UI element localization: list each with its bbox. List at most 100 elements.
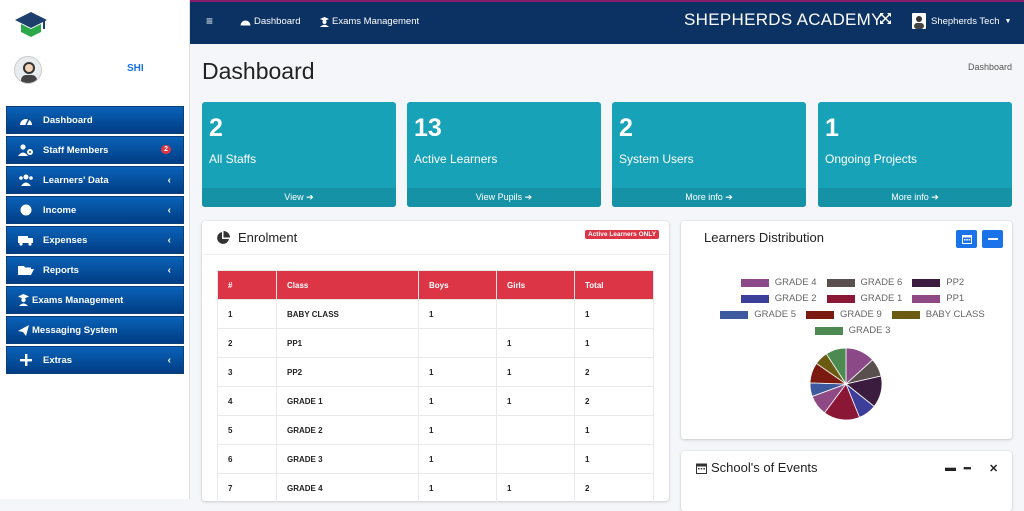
legend-swatch [826, 278, 855, 287]
table-cell: 1 [418, 357, 497, 387]
plus-icon [17, 354, 35, 366]
minus-icon[interactable]: ━ [964, 462, 971, 475]
sidebar: SHI Dashboard Staff Members 2 Learners' … [0, 0, 190, 499]
stat-more-info-link[interactable]: More info ➔ [612, 188, 806, 207]
legend-label: GRADE 1 [860, 293, 903, 304]
legend-item[interactable]: BABY CLASS [891, 309, 985, 320]
table-cell [496, 299, 575, 329]
column-header: Class [276, 270, 419, 300]
table-cell: 7 [217, 473, 277, 503]
nav-link-exams-management[interactable]: Exams Management [320, 16, 419, 27]
stat-label: All Staffs [209, 152, 257, 166]
card-title-text: School's of Events [711, 460, 818, 475]
breadcrumb[interactable]: Dashboard [968, 62, 1012, 72]
legend-swatch [806, 310, 835, 319]
table-cell: GRADE 2 [276, 415, 419, 445]
stat-more-info-link[interactable]: More info ➔ [818, 188, 1012, 207]
table-cell: GRADE 1 [276, 386, 419, 416]
stat-view-pupils-link[interactable]: View Pupils ➔ [407, 188, 601, 207]
stat-view-link[interactable]: View ➔ [202, 188, 396, 207]
table-cell: 1 [496, 328, 575, 358]
window-minimize-icon[interactable]: ▬ [945, 462, 956, 474]
legend-item[interactable]: GRADE 1 [826, 293, 903, 304]
table-cell: 1 [574, 444, 654, 474]
sidebar-item-exams-management[interactable]: Exams Management [6, 286, 184, 314]
table-cell: 2 [574, 386, 654, 416]
sidebar-item-expenses[interactable]: Expenses ‹ [6, 226, 184, 254]
sidebar-item-label: Staff Members [43, 144, 109, 156]
table-row: 7 GRADE 4112 [217, 473, 654, 503]
legend-item[interactable]: GRADE 2 [740, 293, 817, 304]
legend-item[interactable]: GRADE 6 [826, 277, 902, 288]
legend-swatch [912, 294, 941, 303]
sidebar-item-label: Extras [43, 354, 73, 366]
active-learners-badge: Active Learners ONLY [585, 230, 660, 239]
table-cell [496, 444, 575, 474]
sidebar-item-dashboard[interactable]: Dashboard [6, 106, 184, 134]
card-header: Learners Distribution [681, 221, 1012, 255]
sidebar-item-messaging-system[interactable]: Messaging System [6, 316, 184, 344]
sidebar-item-learners-data[interactable]: Learners' Data ‹ [6, 166, 184, 194]
user-avatar[interactable] [14, 56, 42, 84]
learners-distribution-card: Learners Distribution GRADE 4 GRADE 6 PP2 G… [681, 221, 1012, 439]
sidebar-item-income[interactable]: Income ‹ [6, 196, 184, 224]
school-logo-icon[interactable] [14, 10, 48, 40]
legend-swatch [740, 278, 769, 287]
sidebar-item-staff-members[interactable]: Staff Members 2 [6, 136, 184, 164]
stat-link-label: More info [685, 192, 723, 202]
calendar-icon [696, 463, 707, 474]
fullscreen-toggle-icon[interactable] [880, 13, 891, 27]
table-cell: 1 [496, 386, 575, 416]
chevron-left-icon: ‹ [167, 265, 171, 276]
table-cell: 5 [217, 415, 277, 445]
folder-open-icon [17, 264, 35, 276]
user-name[interactable]: SHI [127, 63, 144, 74]
table-cell: BABY CLASS [276, 299, 419, 329]
table-row: 6 GRADE 311 [217, 444, 654, 474]
legend-row: GRADE 4 GRADE 6 PP2 [681, 277, 1024, 288]
sidebar-item-extras[interactable]: Extras ‹ [6, 346, 184, 374]
legend-item[interactable]: GRADE 3 [814, 325, 890, 336]
column-header: # [217, 270, 277, 300]
stat-box-ongoing-projects: 1 Ongoing Projects More info ➔ [818, 102, 1012, 207]
legend-row: GRADE 2 GRADE 1 PP1 [681, 293, 1024, 304]
arrow-circle-right-icon: ➔ [725, 192, 733, 202]
top-navbar: ≡ Dashboard Exams Management SHEPHERDS A… [190, 2, 1024, 44]
card-title: School's of Events [696, 460, 818, 475]
stat-box-all-staffs: 2 All Staffs View ➔ [202, 102, 396, 207]
table-cell: 1 [418, 299, 497, 329]
legend-item[interactable]: GRADE 5 [720, 309, 796, 320]
card-header: Enrolment Active Learners ONLY [202, 221, 669, 255]
nav-link-dashboard[interactable]: Dashboard [240, 16, 300, 27]
legend-swatch [826, 294, 855, 303]
coins-icon [17, 204, 35, 216]
table-cell: 1 [574, 415, 654, 445]
sidebar-item-reports[interactable]: Reports ‹ [6, 256, 184, 284]
stat-box-system-users: 2 System Users More info ➔ [612, 102, 806, 207]
legend-swatch [912, 278, 941, 287]
school-events-card: School's of Events ▬ ━ ✕ [681, 451, 1012, 511]
table-cell [496, 415, 575, 445]
legend-item[interactable]: GRADE 9 [806, 309, 882, 320]
sidebar-item-label: Exams Management [32, 294, 124, 306]
sidebar-item-label: Dashboard [43, 114, 93, 126]
legend-item[interactable]: GRADE 4 [740, 277, 817, 288]
legend-label: PP2 [946, 277, 965, 288]
sidebar-item-label: Reports [43, 264, 79, 276]
chevron-left-icon: ‹ [167, 235, 171, 246]
nav-link-label: Exams Management [332, 16, 420, 27]
legend-item[interactable]: PP2 [912, 277, 964, 288]
stat-label: Active Learners [414, 152, 498, 166]
close-icon[interactable]: ✕ [989, 462, 998, 475]
column-header: Girls [496, 270, 575, 300]
truck-icon [17, 234, 35, 246]
table-cell: 6 [217, 444, 277, 474]
hamburger-menu-icon[interactable]: ≡ [206, 14, 213, 28]
account-dropdown[interactable]: Shepherds Tech ▼ [912, 13, 1011, 29]
users-icon [17, 174, 35, 186]
collapse-button[interactable] [982, 230, 1003, 248]
column-header: Total [574, 270, 654, 300]
calendar-button[interactable] [956, 230, 977, 248]
legend-item[interactable]: PP1 [912, 293, 964, 304]
card-title: Learners Distribution [704, 230, 824, 245]
